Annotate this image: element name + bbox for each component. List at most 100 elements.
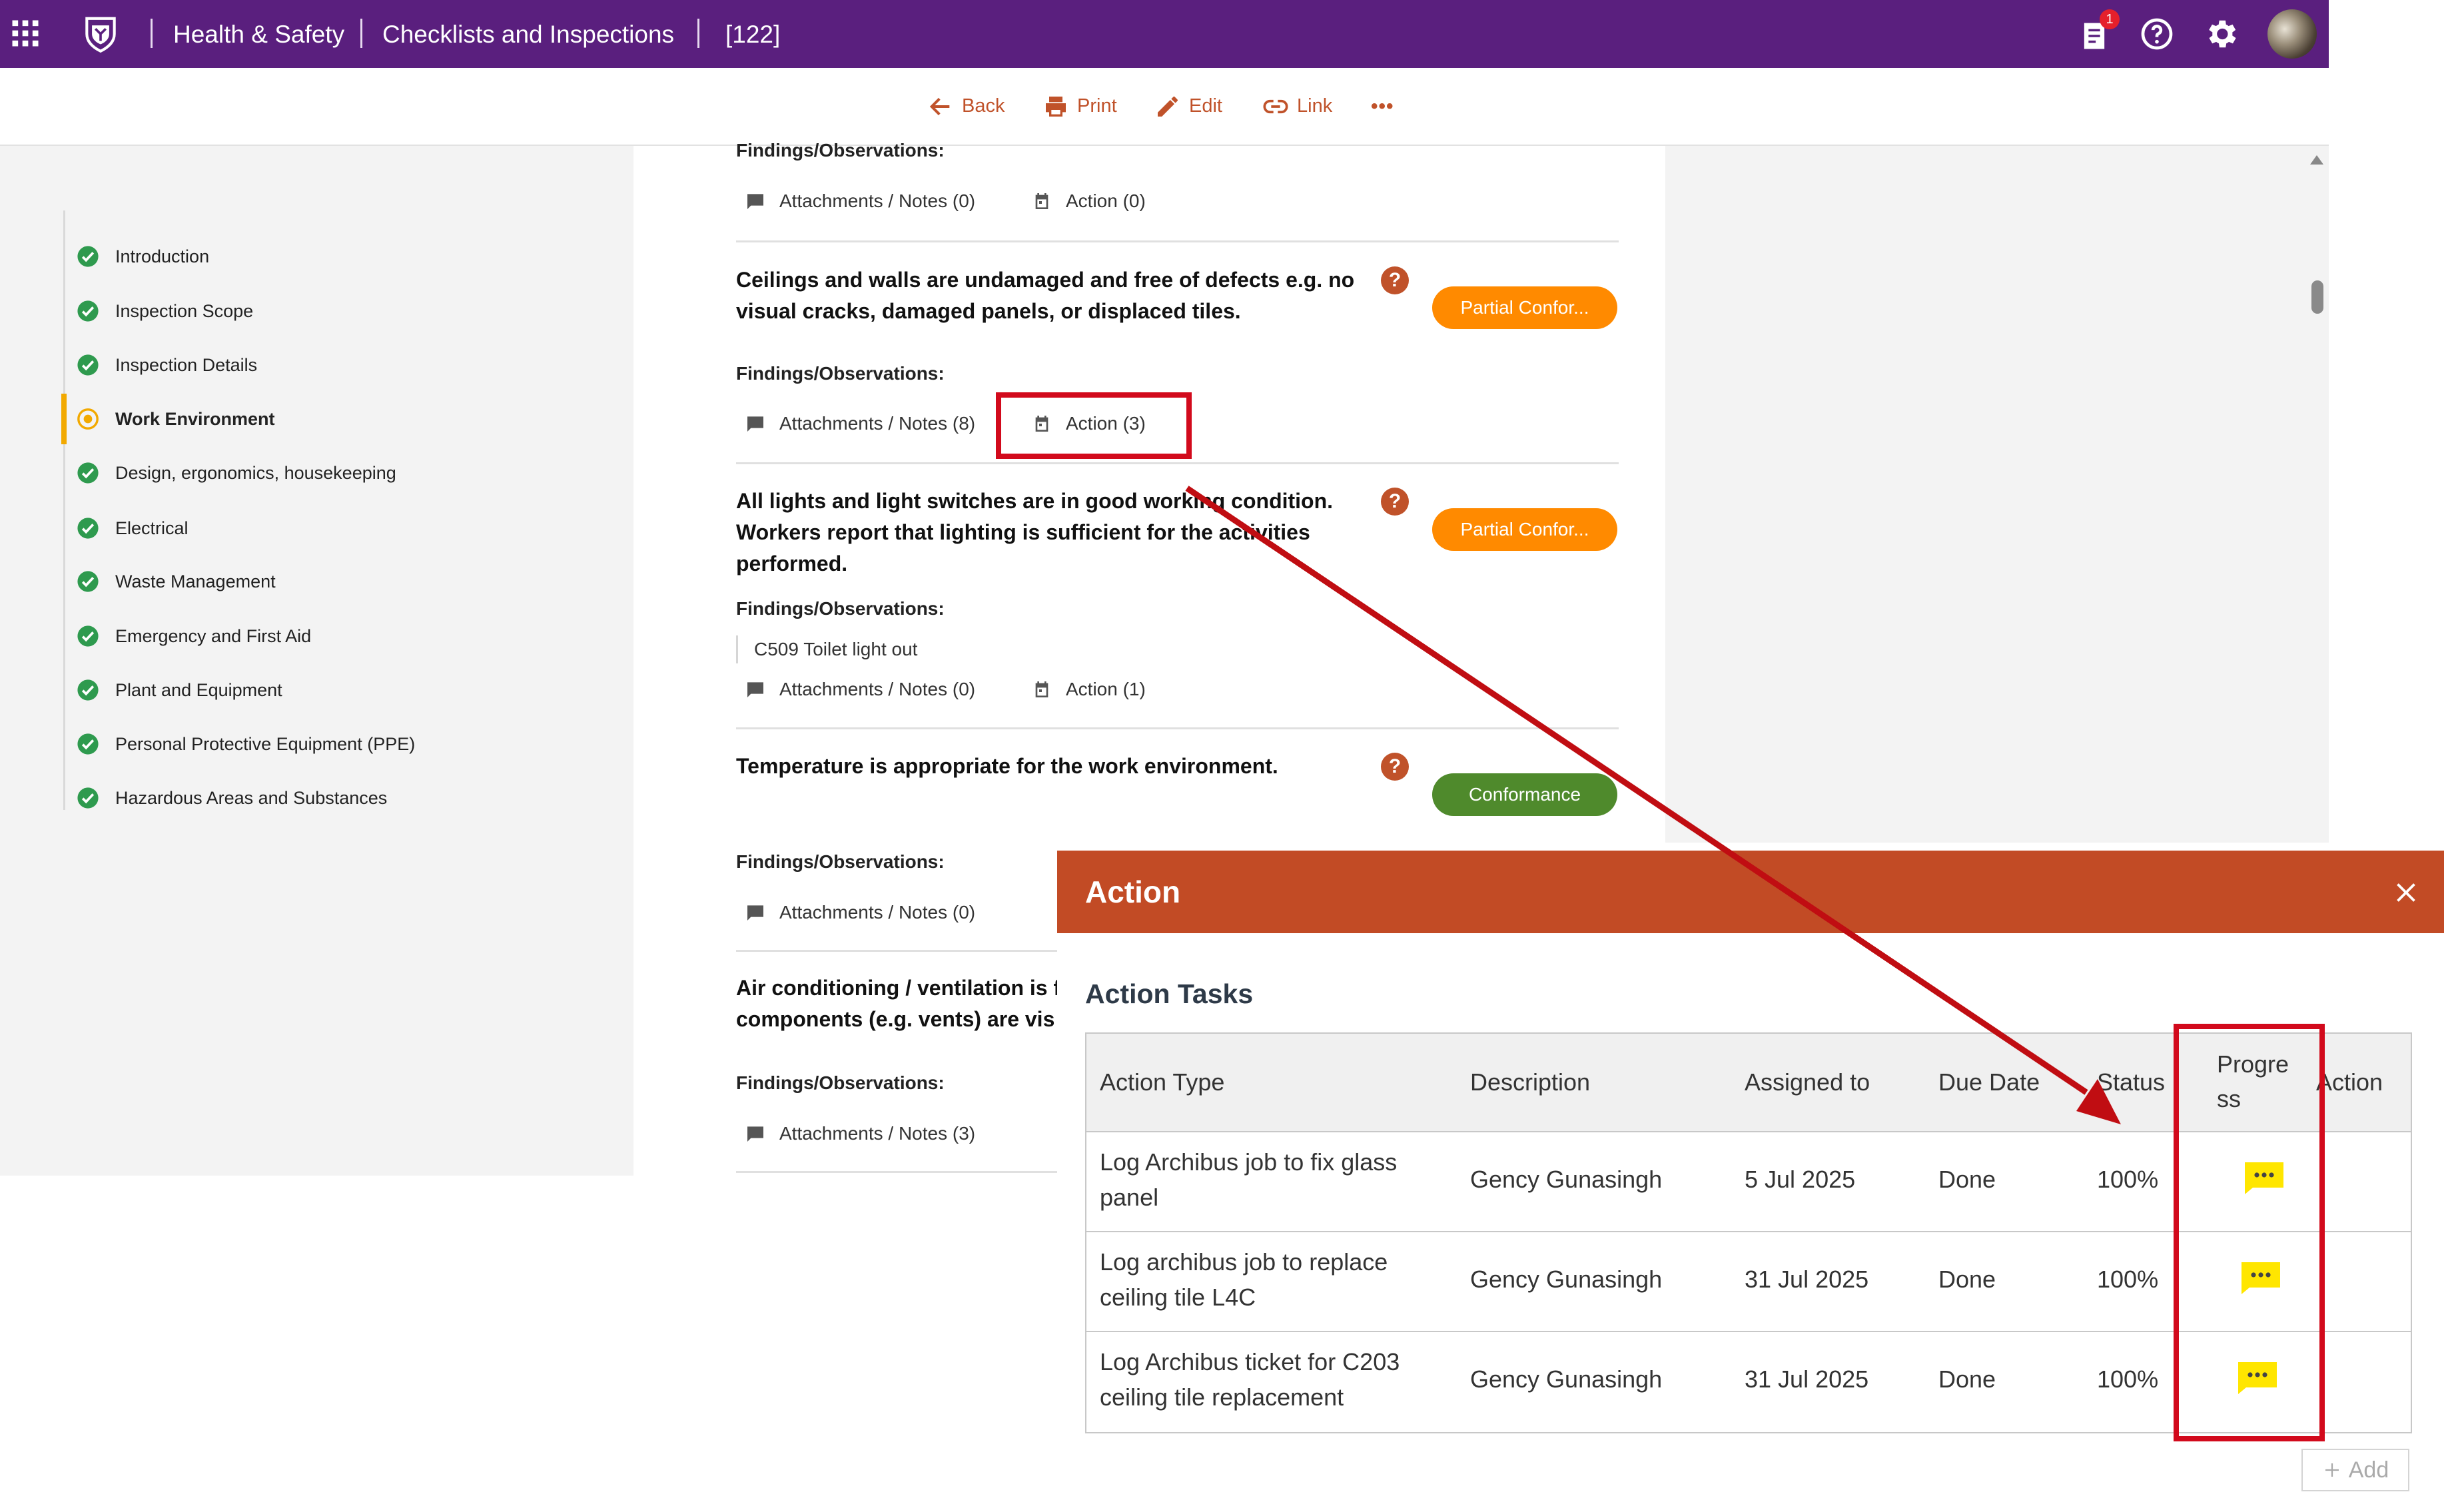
comment-icon [747, 194, 763, 209]
scroll-up-icon[interactable] [2309, 153, 2325, 166]
tasks-notification-icon[interactable]: 1 [2077, 9, 2120, 53]
sidebar-item[interactable]: Design, ergonomics, housekeeping [77, 453, 396, 493]
settings-icon[interactable] [2202, 15, 2240, 53]
dialog-header: Action [1057, 851, 2444, 933]
sidebar-item[interactable]: Inspection Details [77, 345, 257, 385]
sidebar-item-label: Emergency and First Aid [115, 625, 312, 646]
calendar-icon [1035, 193, 1048, 209]
attachments-notes-link[interactable]: Attachments / Notes (0) [745, 902, 975, 923]
sidebar-item-label: Introduction [115, 246, 210, 266]
cell-description: Gency Gunasingh [1470, 1365, 1663, 1393]
breadcrumb-record-id: [122] [725, 21, 781, 48]
breadcrumb-checklists[interactable]: Checklists and Inspections [382, 0, 674, 68]
column-header-description[interactable]: Description [1470, 1065, 1590, 1100]
column-header-assigned-to[interactable]: Assigned to [1745, 1065, 1870, 1100]
sidebar-item-label: Hazardous Areas and Substances [115, 787, 388, 808]
scrollbar-thumb[interactable] [2311, 280, 2323, 314]
sidebar-item[interactable]: Introduction [77, 236, 209, 276]
sidebar-item-label: Design, ergonomics, housekeeping [115, 462, 396, 483]
add-task-button[interactable]: Add [2301, 1449, 2409, 1491]
notification-badge: 1 [2100, 9, 2120, 29]
section-navigation-sidebar: Introduction Inspection Scope Inspection D… [0, 146, 635, 1176]
status-pill-conformance[interactable]: Conformance [1432, 773, 1617, 816]
sidebar-item[interactable]: Hazardous Areas and Substances [77, 778, 387, 818]
plus-icon [2325, 1463, 2339, 1477]
breadcrumb-separator [360, 19, 362, 48]
comment-icon [747, 905, 763, 921]
sidebar-item-label: Electrical [115, 518, 189, 538]
findings-label: Findings/Observations: [736, 363, 945, 384]
check-circle-icon [77, 300, 99, 322]
sidebar-item[interactable]: Electrical [77, 508, 189, 548]
sidebar-item[interactable]: Waste Management [77, 562, 276, 601]
back-button[interactable]: Back [927, 68, 1005, 145]
apps-grid-icon[interactable] [8, 16, 43, 51]
findings-label: Findings/Observations: [736, 851, 945, 872]
section-title: Action Tasks [1085, 978, 1254, 1009]
user-avatar[interactable] [2267, 9, 2317, 59]
sidebar-item[interactable]: Inspection Scope [77, 291, 253, 331]
dialog-title: Action [1085, 875, 1181, 909]
cell-due-date: Done [1938, 1365, 1996, 1393]
edit-button[interactable]: Edit [1154, 68, 1222, 145]
action-highlight-box [996, 392, 1192, 459]
cell-status: 100% [2097, 1365, 2159, 1393]
attachments-notes-link[interactable]: Attachments / Notes (0) [745, 679, 975, 700]
more-options-button[interactable]: ••• [1371, 68, 1394, 145]
attachments-notes-link[interactable]: Attachments / Notes (8) [745, 413, 975, 434]
status-pill-partial[interactable]: Partial Confor... [1432, 286, 1617, 329]
checklist-question: Ceilings and walls are undamaged and fre… [736, 268, 1355, 323]
pencil-icon [1158, 96, 1178, 117]
column-header-action-type[interactable]: Action Type [1100, 1065, 1224, 1100]
column-header-status[interactable]: Status [2097, 1065, 2165, 1100]
progress-highlight-box [2174, 1024, 2325, 1441]
cell-assigned-to: 5 Jul 2025 [1745, 1166, 1856, 1193]
scrollbar[interactable] [2305, 146, 2329, 843]
help-icon[interactable]: ? [1381, 266, 1409, 294]
check-circle-icon [77, 679, 99, 701]
sidebar-item-label: Inspection Details [115, 354, 258, 375]
close-icon[interactable] [2389, 876, 2423, 909]
cell-assigned-to: 31 Jul 2025 [1745, 1266, 1869, 1293]
action-link[interactable]: Action (0) [1031, 190, 1146, 212]
university-crest-logo[interactable] [80, 13, 121, 55]
breadcrumb-health-safety[interactable]: Health & Safety [173, 0, 344, 68]
arrow-left-icon [929, 97, 950, 115]
comment-icon [747, 416, 763, 432]
active-section-indicator [61, 394, 67, 444]
cell-description: Gency Gunasingh [1470, 1266, 1663, 1293]
check-circle-icon [77, 518, 99, 539]
checklist-question: Temperature is appropriate for the work … [736, 754, 1278, 778]
help-icon[interactable]: ? [1381, 753, 1409, 781]
check-circle-icon [77, 571, 99, 592]
cell-status: 100% [2097, 1266, 2159, 1293]
findings-label: Findings/Observations: [736, 598, 945, 619]
check-circle-icon [77, 625, 99, 647]
printer-icon [1046, 96, 1066, 117]
action-link[interactable]: Action (1) [1031, 679, 1146, 700]
attachments-notes-link[interactable]: Attachments / Notes (3) [745, 1123, 975, 1144]
cell-due-date: Done [1938, 1166, 1996, 1193]
status-pill-partial[interactable]: Partial Confor... [1432, 508, 1617, 551]
column-header-action: Action [2316, 1068, 2383, 1096]
sidebar-progress-line [63, 210, 65, 810]
item-divider [736, 727, 1619, 729]
attachments-notes-link[interactable]: Attachments / Notes (0) [745, 190, 975, 212]
sidebar-item[interactable]: Plant and Equipment [77, 670, 282, 710]
column-header-due-date[interactable]: Due Date [1938, 1065, 2040, 1100]
comment-icon [747, 1126, 763, 1142]
sidebar-item[interactable]: Work Environment [77, 399, 275, 439]
link-icon [1263, 99, 1288, 113]
print-button[interactable]: Print [1042, 68, 1117, 145]
cell-due-date: Done [1938, 1266, 1996, 1293]
comment-icon [747, 682, 763, 697]
check-circle-icon [77, 787, 99, 809]
checklist-question: All lights and light switches are in goo… [736, 489, 1334, 575]
help-icon[interactable]: ? [1381, 488, 1409, 516]
link-button[interactable]: Link [1262, 68, 1332, 145]
sidebar-item[interactable]: Personal Protective Equipment (PPE) [77, 724, 415, 764]
check-circle-icon [77, 246, 99, 267]
check-circle-icon [77, 354, 99, 376]
sidebar-item[interactable]: Emergency and First Aid [77, 616, 311, 656]
help-icon[interactable] [2138, 15, 2176, 53]
